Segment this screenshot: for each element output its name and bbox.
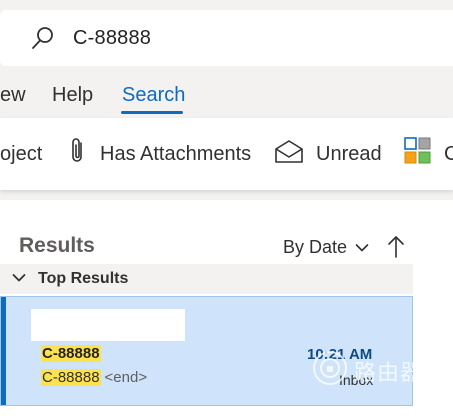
watermark-text: 路由器 [354, 360, 424, 386]
sort-direction-button[interactable] [386, 234, 406, 265]
envelope-open-icon [274, 138, 304, 170]
unread-label: Unread [316, 142, 382, 165]
top-results-group-header[interactable]: Top Results [0, 264, 413, 294]
sort-by-date-dropdown[interactable]: By Date [283, 237, 369, 258]
message-preview: C-88888 <end> [41, 369, 147, 386]
subject-filter-label: oject [0, 142, 43, 165]
subject-filter-button[interactable]: oject [0, 138, 42, 170]
message-subject: C-88888 [41, 345, 101, 362]
unread-button[interactable]: Unread [274, 138, 382, 170]
arrow-up-icon [386, 236, 406, 264]
categorize-button[interactable]: C [404, 137, 453, 171]
sort-label: By Date [283, 237, 348, 257]
search-icon [30, 25, 56, 51]
results-title: Results [19, 234, 95, 257]
watermark: 路由器 [312, 350, 423, 391]
selection-indicator [1, 297, 6, 405]
tab-view[interactable]: ew [0, 84, 26, 107]
preview-text: <end> [104, 369, 148, 386]
active-tab-indicator [121, 111, 183, 114]
tab-search[interactable]: Search [122, 84, 185, 107]
preview-match-highlight: C-88888 [41, 369, 101, 386]
group-label: Top Results [38, 270, 129, 287]
tab-help[interactable]: Help [52, 84, 93, 107]
categories-icon [404, 137, 432, 171]
sender-name-redacted [31, 309, 185, 341]
ribbon-tabs: ew Help Search [0, 78, 453, 118]
categorize-label: C [444, 142, 453, 165]
chevron-down-icon [355, 237, 369, 258]
subject-match-highlight: C-88888 [41, 345, 101, 362]
chevron-down-icon [12, 270, 26, 288]
app-window: C-88888 ew Help Search oject Has Attachm… [0, 0, 453, 416]
router-logo-icon [312, 350, 348, 391]
ribbon-toolbar: oject Has Attachments Unread C [0, 118, 453, 190]
has-attachments-label: Has Attachments [100, 142, 252, 165]
has-attachments-button[interactable]: Has Attachments [68, 138, 251, 170]
search-input[interactable]: C-88888 [73, 27, 151, 50]
search-box[interactable]: C-88888 [0, 10, 453, 66]
paperclip-icon [68, 136, 88, 172]
